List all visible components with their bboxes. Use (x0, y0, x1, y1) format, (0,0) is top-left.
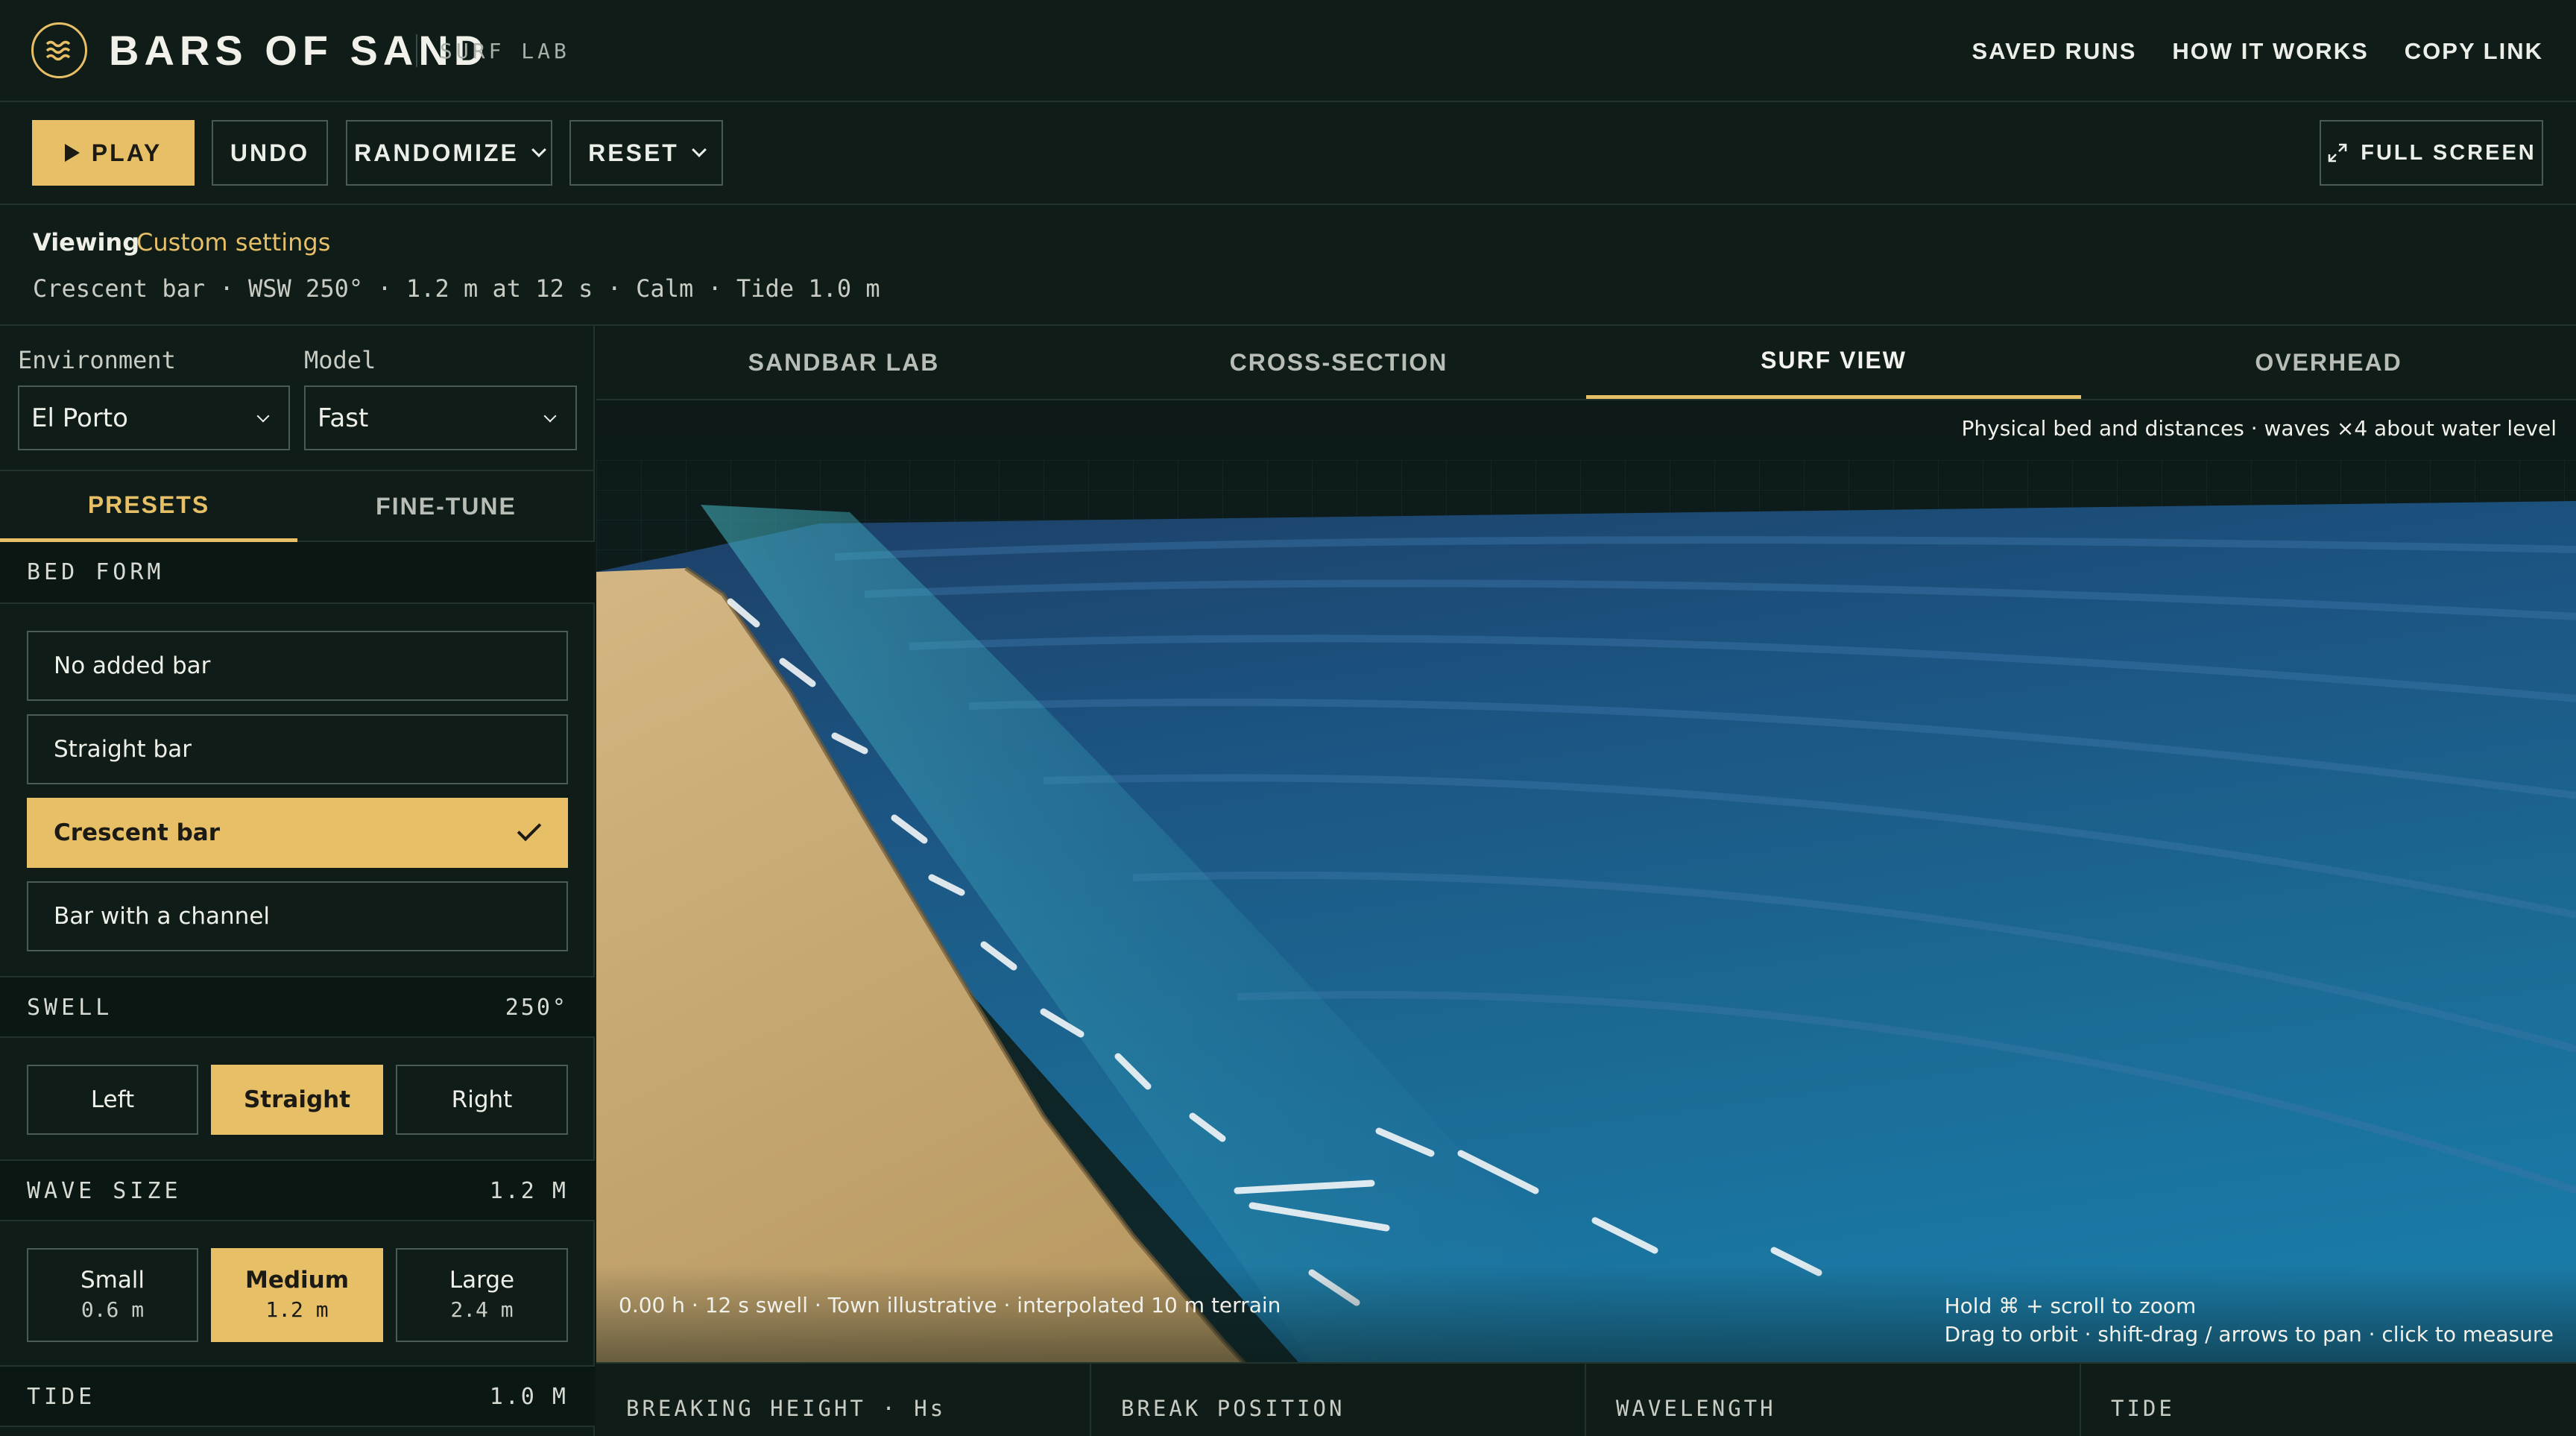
option-label: Crescent bar (54, 819, 220, 846)
metric-breaking-height: BREAKING HEIGHT · Hs (596, 1364, 1091, 1436)
environment-value: El Porto (31, 403, 128, 433)
tide-title: TIDE (27, 1384, 96, 1410)
seg-sub: 1.2 m (265, 1297, 329, 1322)
tide-header: TIDE 1.0 M (0, 1365, 595, 1427)
tide-value: 1.0 M (489, 1384, 568, 1410)
viewing-bar: Viewing Custom settings Crescent bar · W… (0, 205, 2576, 326)
seg-sub: 2.4 m (450, 1297, 514, 1322)
seg-label: Right (451, 1086, 513, 1113)
tab-sandbar-lab[interactable]: SANDBAR LAB (596, 326, 1091, 399)
full-screen-button[interactable]: FULL SCREEN (2320, 120, 2543, 186)
scene-scale-note: Physical bed and distances · waves ×4 ab… (1961, 416, 2557, 441)
nav-copy-link[interactable]: COPY LINK (2405, 36, 2543, 67)
wave-size-title: WAVE SIZE (27, 1178, 182, 1204)
reset-label: RESET (588, 139, 679, 166)
hint-zoom: Hold ⌘ + scroll to zoom (1944, 1294, 2197, 1318)
metric-wavelength: WAVELENGTH (1586, 1364, 2081, 1436)
play-label: PLAY (91, 139, 162, 166)
wave-size-small-button[interactable]: Small 0.6 m (27, 1248, 198, 1342)
scene-controls-hint: Hold ⌘ + scroll to zoom Drag to orbit · … (1945, 1292, 2554, 1349)
tab-cross-section[interactable]: CROSS-SECTION (1091, 326, 1586, 399)
brand-name: BARS OF SAND (109, 27, 490, 74)
settings-summary: Crescent bar · WSW 250° · 1.2 m at 12 s … (33, 274, 880, 303)
option-label: Bar with a channel (54, 903, 271, 930)
wave-size-value: 1.2 M (489, 1178, 568, 1204)
randomize-label: RANDOMIZE (354, 139, 519, 166)
swell-straight-button[interactable]: Straight (211, 1065, 383, 1135)
nav-saved-runs[interactable]: SAVED RUNS (1972, 36, 2136, 67)
sidebar: Environment Model El Porto Fast PRESETS … (0, 326, 595, 1436)
metric-label: BREAK POSITION (1121, 1396, 1345, 1421)
bed-form-title: BED FORM (27, 559, 165, 585)
play-icon (64, 144, 80, 162)
model-value: Fast (318, 403, 369, 433)
chevron-down-icon (531, 142, 546, 157)
toolbar: PLAY UNDO RANDOMIZE RESET FULL SCREEN (0, 102, 2576, 205)
seg-label: Small (80, 1267, 145, 1294)
metric-label: WAVELENGTH (1616, 1396, 1776, 1421)
undo-button[interactable]: UNDO (212, 120, 328, 186)
tab-overhead[interactable]: OVERHEAD (2081, 326, 2576, 399)
wave-logo-icon (31, 22, 87, 78)
tab-presets[interactable]: PRESETS (0, 471, 297, 542)
swell-title: SWELL (27, 995, 113, 1021)
wave-size-header: WAVE SIZE 1.2 M (0, 1159, 595, 1221)
metrics-bar: BREAKING HEIGHT · Hs BREAK POSITION WAVE… (596, 1362, 2576, 1436)
brand-subtitle: SURF LAB (440, 39, 570, 63)
metric-break-position: BREAK POSITION (1091, 1364, 1586, 1436)
view-tabs: SANDBAR LAB CROSS-SECTION SURF VIEW OVER… (596, 326, 2576, 400)
option-label: Straight bar (54, 736, 192, 763)
swell-left-button[interactable]: Left (27, 1065, 198, 1135)
top-nav: SAVED RUNS HOW IT WORKS COPY LINK (1972, 36, 2543, 67)
model-label: Model (304, 346, 376, 374)
swell-right-button[interactable]: Right (396, 1065, 568, 1135)
model-select[interactable]: Fast (304, 385, 577, 450)
environment-select[interactable]: El Porto (18, 385, 290, 450)
bed-option-channel-bar[interactable]: Bar with a channel (27, 881, 568, 951)
surf-scene-render (596, 400, 2576, 1436)
seg-label: Left (90, 1086, 135, 1113)
undo-label: UNDO (230, 139, 310, 166)
checkmark-icon (517, 816, 542, 842)
viewing-value: Custom settings (136, 228, 331, 256)
seg-sub: 0.6 m (80, 1297, 145, 1322)
tab-fine-tune[interactable]: FINE-TUNE (297, 471, 595, 542)
seg-label: Medium (244, 1267, 350, 1294)
surf-3d-viewport[interactable]: Physical bed and distances · waves ×4 ab… (596, 400, 2576, 1436)
scene-status: 0.00 h · 12 s swell · Town illustrative … (619, 1293, 1281, 1317)
chevron-down-icon (691, 142, 707, 157)
randomize-button[interactable]: RANDOMIZE (346, 120, 552, 186)
reset-button[interactable]: RESET (569, 120, 723, 186)
viewing-label: Viewing (33, 228, 140, 256)
environment-label: Environment (18, 346, 176, 374)
bed-option-no-bar[interactable]: No added bar (27, 631, 568, 701)
chevron-down-icon (543, 409, 557, 422)
metric-label: BREAKING HEIGHT · Hs (626, 1396, 947, 1421)
full-screen-label: FULL SCREEN (2361, 140, 2536, 165)
metric-label: TIDE (2111, 1396, 2175, 1421)
hint-orbit: Drag to orbit · shift-drag / arrows to p… (1944, 1322, 2554, 1347)
main-view: SANDBAR LAB CROSS-SECTION SURF VIEW OVER… (596, 326, 2576, 1436)
brand-divider (416, 34, 417, 67)
seg-label: Straight (243, 1086, 351, 1113)
app-header: BARS OF SAND SURF LAB SAVED RUNS HOW IT … (0, 0, 2576, 102)
metric-tide: TIDE (2081, 1364, 2576, 1436)
bed-form-header: BED FORM (0, 542, 595, 604)
wave-size-large-button[interactable]: Large 2.4 m (396, 1248, 568, 1342)
swell-header: SWELL 250° (0, 976, 595, 1038)
bed-option-straight-bar[interactable]: Straight bar (27, 714, 568, 784)
nav-how-it-works[interactable]: HOW IT WORKS (2172, 36, 2368, 67)
play-button[interactable]: PLAY (32, 120, 195, 186)
seg-label: Large (449, 1267, 515, 1294)
wave-size-medium-button[interactable]: Medium 1.2 m (211, 1248, 383, 1342)
expand-icon (2328, 143, 2347, 163)
bed-option-crescent-bar[interactable]: Crescent bar (27, 798, 568, 868)
mode-tabs: PRESETS FINE-TUNE (0, 470, 595, 542)
swell-value: 250° (505, 995, 568, 1021)
tab-surf-view[interactable]: SURF VIEW (1586, 326, 2081, 399)
option-label: No added bar (54, 652, 211, 679)
chevron-down-icon (256, 409, 270, 422)
